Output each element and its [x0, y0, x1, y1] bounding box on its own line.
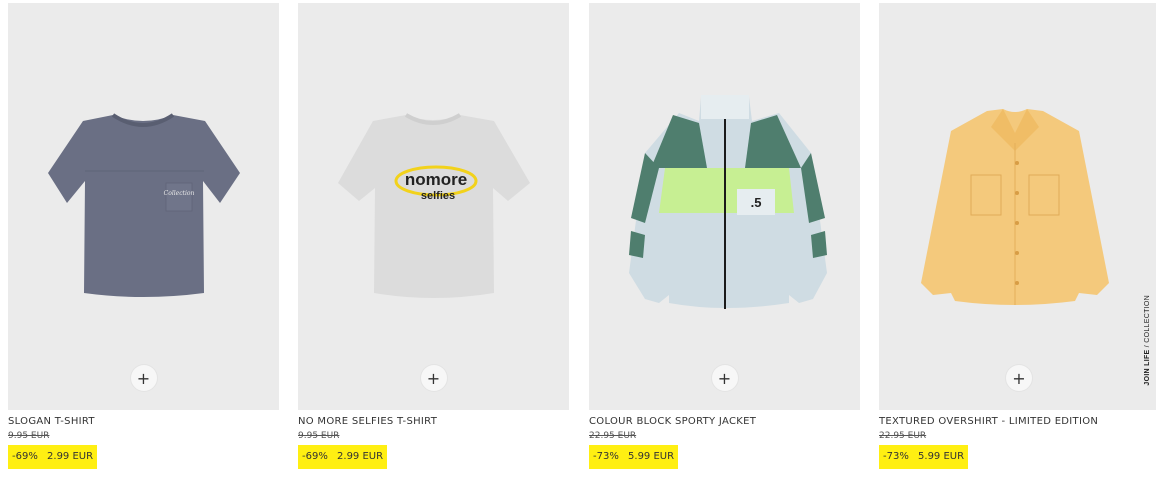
- sale-price: 2.99 EUR: [47, 451, 94, 462]
- old-price: 22.95 EUR: [589, 431, 637, 441]
- product-info: TEXTURED OVERSHIRT - LIMITED EDITION 22.…: [879, 410, 1156, 469]
- svg-text:Collection: Collection: [164, 190, 195, 197]
- join-life-badge-bold: JOIN LIFE: [1144, 349, 1151, 386]
- tshirt-print-line-2: selfies: [421, 190, 455, 202]
- product-image[interactable]: nomore selfies +: [298, 3, 569, 410]
- old-price: 9.95 EUR: [298, 431, 340, 441]
- join-life-badge: JOIN LIFE / COLLECTION: [1144, 295, 1151, 386]
- add-to-cart-button[interactable]: +: [1006, 365, 1032, 391]
- old-price: 22.95 EUR: [879, 431, 927, 441]
- product-grid: Collection + SLOGAN T-SHIRT 9.95 EUR -69…: [0, 0, 1156, 489]
- sale-price: 5.99 EUR: [628, 451, 675, 462]
- old-price: 9.95 EUR: [8, 431, 50, 441]
- tshirt-grey-image: Collection: [48, 113, 240, 297]
- sale-price-badge: -73% 5.99 EUR: [589, 445, 679, 469]
- sale-price-badge: -69% 2.99 EUR: [8, 445, 98, 469]
- discount-percent: -69%: [12, 451, 38, 462]
- sale-price: 2.99 EUR: [337, 451, 384, 462]
- product-image[interactable]: .5 +: [589, 3, 860, 410]
- product-name[interactable]: SLOGAN T-SHIRT: [8, 415, 279, 428]
- product-image[interactable]: Collection +: [8, 3, 279, 410]
- sale-price-badge: -73% 5.99 EUR: [879, 445, 969, 469]
- overshirt-yellow-image: [921, 109, 1109, 305]
- jacket-colour-block-image: .5: [629, 95, 827, 309]
- svg-text:.5: .5: [751, 195, 762, 210]
- product-image[interactable]: JOIN LIFE / COLLECTION +: [879, 3, 1156, 410]
- product-info: SLOGAN T-SHIRT 9.95 EUR -69% 2.99 EUR: [8, 410, 279, 469]
- sale-price-badge: -69% 2.99 EUR: [298, 445, 388, 469]
- discount-percent: -73%: [593, 451, 619, 462]
- add-to-cart-button[interactable]: +: [130, 365, 157, 391]
- product-name[interactable]: NO MORE SELFIES T-SHIRT: [298, 415, 569, 428]
- product-info: COLOUR BLOCK SPORTY JACKET 22.95 EUR -73…: [589, 410, 860, 469]
- discount-percent: -73%: [883, 451, 909, 462]
- tshirt-print-line-1: nomore: [405, 170, 467, 189]
- product-card[interactable]: Collection + SLOGAN T-SHIRT 9.95 EUR -69…: [8, 3, 279, 469]
- product-name[interactable]: COLOUR BLOCK SPORTY JACKET: [589, 415, 860, 428]
- product-name[interactable]: TEXTURED OVERSHIRT - LIMITED EDITION: [879, 415, 1156, 428]
- product-info: NO MORE SELFIES T-SHIRT 9.95 EUR -69% 2.…: [298, 410, 569, 469]
- sale-price: 5.99 EUR: [918, 451, 965, 462]
- add-to-cart-button[interactable]: +: [420, 365, 447, 391]
- tshirt-light-grey-image: nomore selfies: [338, 113, 530, 298]
- discount-percent: -69%: [302, 451, 328, 462]
- product-card[interactable]: JOIN LIFE / COLLECTION + TEXTURED OVERSH…: [879, 3, 1156, 469]
- add-to-cart-button[interactable]: +: [711, 365, 738, 391]
- product-card[interactable]: nomore selfies + NO MORE SELFIES T-SHIRT…: [298, 3, 569, 469]
- product-card[interactable]: .5 + COLOUR BLOCK SPORTY JACKET 22.95 EU…: [589, 3, 860, 469]
- join-life-badge-text: / COLLECTION: [1144, 295, 1151, 350]
